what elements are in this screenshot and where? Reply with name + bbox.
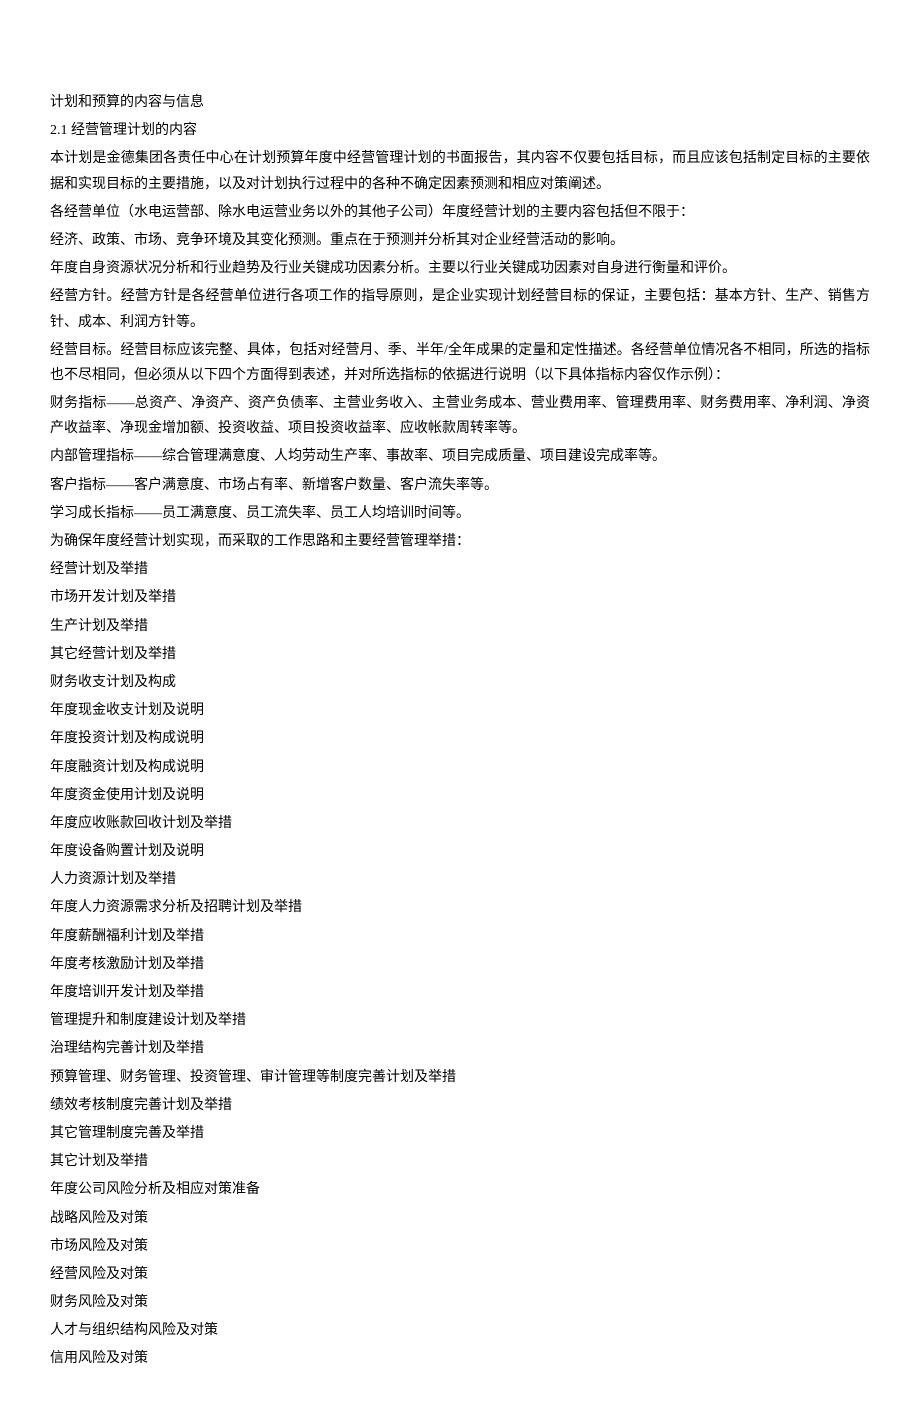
paragraph-line: 年度薪酬福利计划及举措 [50,924,870,949]
paragraph-line: 市场开发计划及举措 [50,585,870,610]
paragraph-line: 经济、政策、市场、竞争环境及其变化预测。重点在于预测并分析其对企业经营活动的影响… [50,228,870,253]
paragraph-line: 为确保年度经营计划实现，而采取的工作思路和主要经营管理举措： [50,529,870,554]
paragraph-line: 年度人力资源需求分析及招聘计划及举措 [50,895,870,920]
paragraph-line: 年度自身资源状况分析和行业趋势及行业关键成功因素分析。主要以行业关键成功因素对自… [50,256,870,281]
paragraph-line: 信用风险及对策 [50,1346,870,1371]
document-body: 计划和预算的内容与信息 2.1 经营管理计划的内容 本计划是金德集团各责任中心在… [50,90,870,1372]
document-title: 计划和预算的内容与信息 [50,90,870,115]
section-heading: 2.1 经营管理计划的内容 [50,118,870,143]
paragraph-line: 经营目标。经营目标应该完整、具体，包括对经营月、季、半年/全年成果的定量和定性描… [50,338,870,388]
paragraph-line: 年度资金使用计划及说明 [50,783,870,808]
paragraph-line: 绩效考核制度完善计划及举措 [50,1093,870,1118]
paragraph-line: 本计划是金德集团各责任中心在计划预算年度中经营管理计划的书面报告，其内容不仅要包… [50,146,870,196]
paragraph-line: 市场风险及对策 [50,1234,870,1259]
paragraph-line: 年度考核激励计划及举措 [50,952,870,977]
paragraph-line: 战略风险及对策 [50,1206,870,1231]
paragraph-line: 年度设备购置计划及说明 [50,839,870,864]
paragraph-line: 年度培训开发计划及举措 [50,980,870,1005]
paragraph-line: 预算管理、财务管理、投资管理、审计管理等制度完善计划及举措 [50,1065,870,1090]
paragraph-line: 经营计划及举措 [50,557,870,582]
paragraph-line: 管理提升和制度建设计划及举措 [50,1008,870,1033]
paragraph-line: 内部管理指标——综合管理满意度、人均劳动生产率、事故率、项目完成质量、项目建设完… [50,444,870,469]
paragraph-line: 人才与组织结构风险及对策 [50,1318,870,1343]
paragraph-line: 各经营单位（水电运营部、除水电运营业务以外的其他子公司）年度经营计划的主要内容包… [50,200,870,225]
paragraph-line: 经营风险及对策 [50,1262,870,1287]
paragraph-line: 年度公司风险分析及相应对策准备 [50,1177,870,1202]
paragraph-line: 财务收支计划及构成 [50,670,870,695]
paragraph-line: 其它经营计划及举措 [50,642,870,667]
paragraph-line: 年度现金收支计划及说明 [50,698,870,723]
paragraph-line: 财务风险及对策 [50,1290,870,1315]
paragraph-line: 人力资源计划及举措 [50,867,870,892]
paragraph-line: 经营方针。经营方针是各经营单位进行各项工作的指导原则，是企业实现计划经营目标的保… [50,284,870,334]
paragraph-line: 生产计划及举措 [50,614,870,639]
paragraph-line: 年度融资计划及构成说明 [50,755,870,780]
paragraph-line: 其它管理制度完善及举措 [50,1121,870,1146]
paragraph-line: 治理结构完善计划及举措 [50,1036,870,1061]
paragraph-line: 年度应收账款回收计划及举措 [50,811,870,836]
paragraph-line: 财务指标——总资产、净资产、资产负债率、主营业务收入、主营业务成本、营业费用率、… [50,391,870,441]
paragraph-line: 其它计划及举措 [50,1149,870,1174]
paragraph-line: 年度投资计划及构成说明 [50,726,870,751]
paragraph-line: 学习成长指标——员工满意度、员工流失率、员工人均培训时间等。 [50,501,870,526]
paragraph-line: 客户指标——客户满意度、市场占有率、新增客户数量、客户流失率等。 [50,473,870,498]
